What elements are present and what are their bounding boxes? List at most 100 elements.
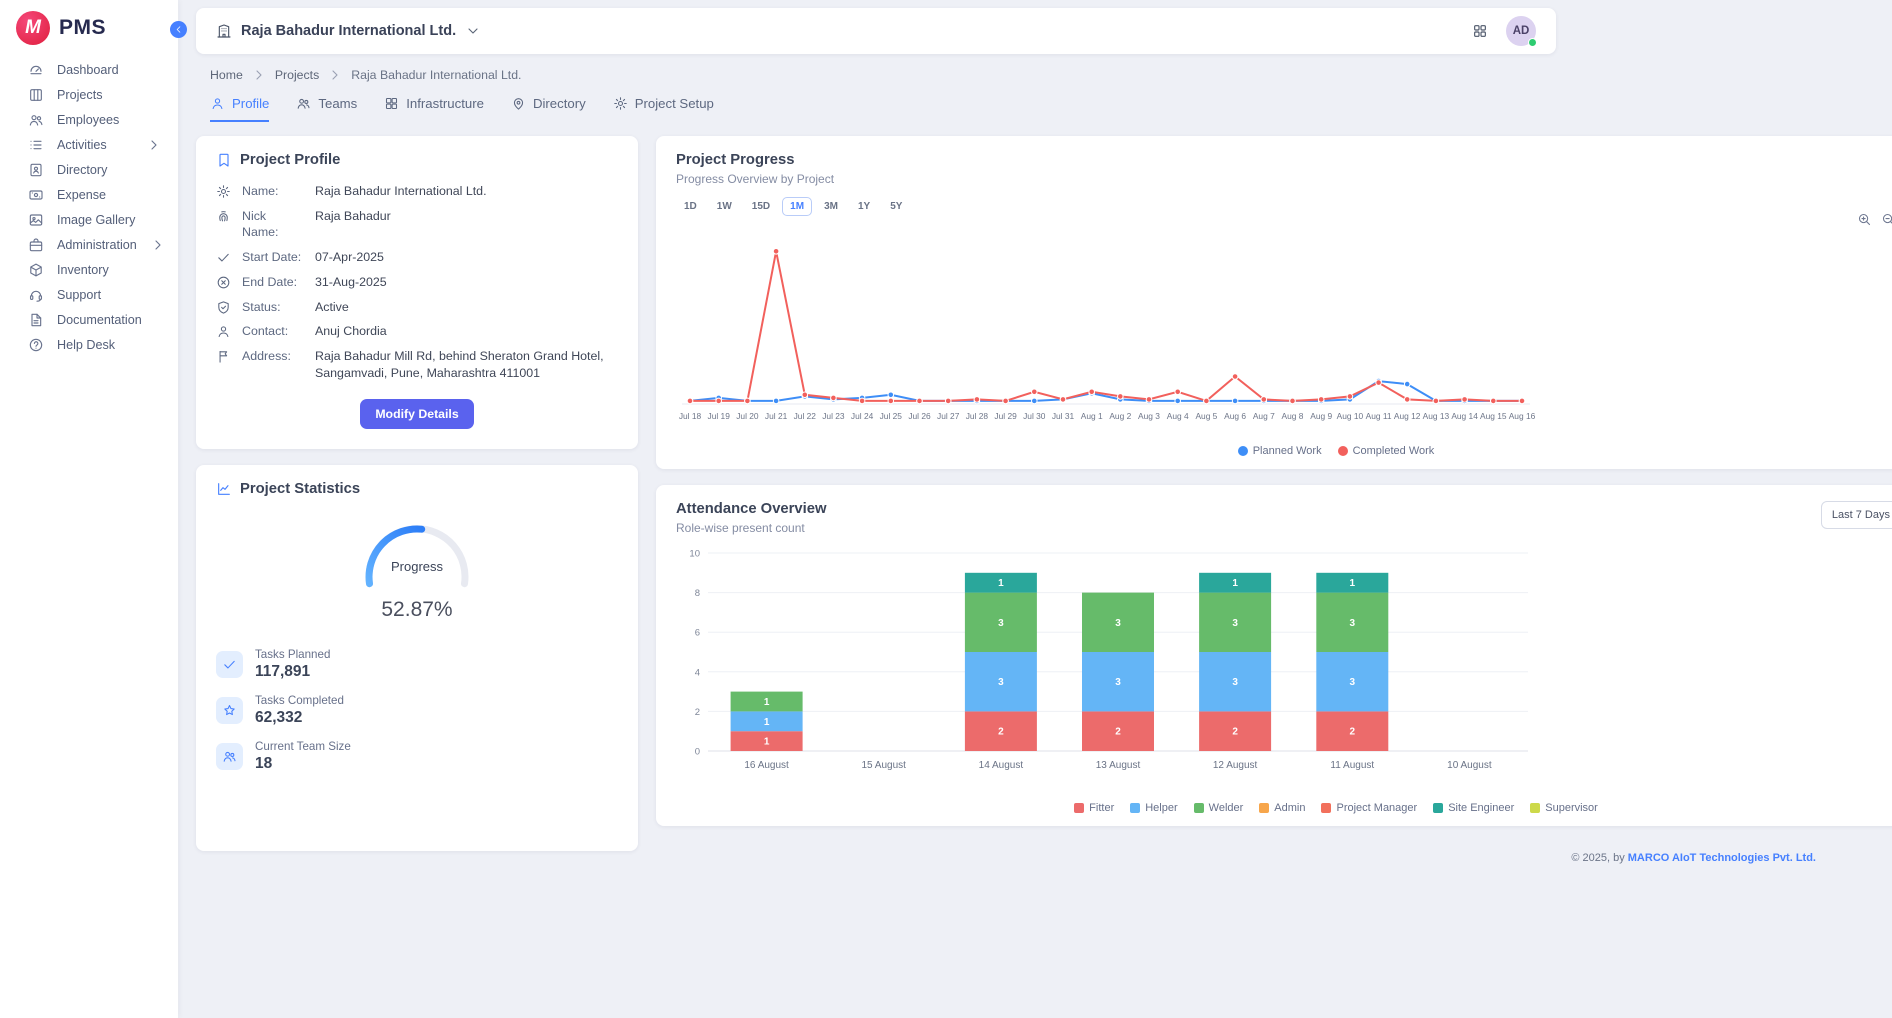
time-range-selector: 1D1W15D1M3M1Y5Y [676, 197, 1892, 216]
tab-project-setup[interactable]: Project Setup [613, 96, 714, 122]
legend-label: Helper [1145, 802, 1177, 814]
stat-tasks-completed: Tasks Completed62,332 [216, 694, 618, 727]
attendance-overview-card: Attendance Overview Role-wise present co… [656, 485, 1892, 826]
range-5y[interactable]: 5Y [882, 197, 910, 216]
topbar: Raja Bahadur International Ltd. AD [196, 8, 1556, 54]
legend-helper[interactable]: Helper [1130, 802, 1177, 814]
tab-profile[interactable]: Profile [210, 96, 269, 122]
legend-label: Planned Work [1253, 445, 1322, 457]
svg-text:1: 1 [1232, 578, 1238, 589]
sidebar-item-employees[interactable]: Employees [0, 107, 178, 132]
svg-text:2: 2 [1232, 727, 1238, 738]
svg-text:Aug 6: Aug 6 [1224, 411, 1246, 421]
chart-line-icon [216, 481, 232, 497]
range-1w[interactable]: 1W [709, 197, 740, 216]
range-3m[interactable]: 3M [816, 197, 846, 216]
svg-text:1: 1 [764, 717, 770, 728]
sidebar-collapse-button[interactable] [170, 21, 187, 38]
legend-project-manager[interactable]: Project Manager [1321, 802, 1417, 814]
tab-infrastructure[interactable]: Infrastructure [384, 96, 484, 122]
attendance-chart[interactable]: 024681011116 August15 August233114 Augus… [676, 543, 1892, 798]
directory-icon [28, 162, 44, 178]
chevron-down-icon [465, 23, 481, 39]
star-icon [222, 703, 237, 718]
sidebar-item-label: Expense [57, 188, 106, 202]
sidebar-item-help-desk[interactable]: Help Desk [0, 332, 178, 357]
svg-text:Aug 15: Aug 15 [1480, 411, 1507, 421]
svg-text:Jul 28: Jul 28 [966, 411, 989, 421]
svg-text:Aug 1: Aug 1 [1081, 411, 1103, 421]
sidebar-item-image-gallery[interactable]: Image Gallery [0, 207, 178, 232]
legend-supervisor[interactable]: Supervisor [1530, 802, 1598, 814]
tab-directory[interactable]: Directory [511, 96, 586, 122]
range-1d[interactable]: 1D [676, 197, 705, 216]
sidebar-item-dashboard[interactable]: Dashboard [0, 57, 178, 82]
svg-text:Aug 5: Aug 5 [1195, 411, 1217, 421]
main-content: Raja Bahadur International Ltd. AD Home P… [178, 0, 1892, 1018]
breadcrumb-item-projects[interactable]: Projects [275, 68, 319, 82]
legend-site-engineer[interactable]: Site Engineer [1433, 802, 1514, 814]
zoom-out-icon[interactable] [1881, 212, 1892, 227]
shield-icon [216, 300, 231, 315]
check-icon [216, 250, 231, 265]
sidebar-item-administration[interactable]: Administration [0, 232, 178, 257]
range-1m[interactable]: 1M [782, 197, 812, 216]
field-value: 31-Aug-2025 [315, 274, 618, 291]
sidebar-item-support[interactable]: Support [0, 282, 178, 307]
legend-welder[interactable]: Welder [1194, 802, 1244, 814]
field-label: Contact: [242, 323, 304, 340]
profile-field-name: Name:Raja Bahadur International Ltd. [216, 183, 618, 200]
svg-text:3: 3 [1350, 677, 1356, 688]
user-avatar[interactable]: AD [1506, 16, 1536, 46]
profile-field-status: Status:Active [216, 299, 618, 316]
footer-link[interactable]: MARCO AIoT Technologies Pvt. Ltd. [1628, 852, 1816, 864]
range-1y[interactable]: 1Y [850, 197, 878, 216]
sidebar-item-label: Image Gallery [57, 213, 135, 227]
legend-fitter[interactable]: Fitter [1074, 802, 1114, 814]
sidebar-item-documentation[interactable]: Documentation [0, 307, 178, 332]
breadcrumb-item-home[interactable]: Home [210, 68, 243, 82]
svg-text:11 August: 11 August [1330, 760, 1374, 771]
footer: © 2025, by MARCO AIoT Technologies Pvt. … [656, 852, 1892, 864]
x-circle-icon [216, 275, 231, 290]
project-progress-chart[interactable]: Jul 18Jul 19Jul 20Jul 21Jul 22Jul 23Jul … [676, 224, 1892, 441]
range-15d[interactable]: 15D [744, 197, 778, 216]
chevron-left-icon [173, 24, 184, 35]
stat-label: Tasks Planned [255, 648, 330, 661]
sidebar-item-projects[interactable]: Projects [0, 82, 178, 107]
modify-details-button[interactable]: Modify Details [360, 399, 473, 429]
sidebar-item-label: Employees [57, 113, 119, 127]
legend-label: Completed Work [1353, 445, 1435, 457]
stat-icon-box [216, 697, 243, 724]
app-logo[interactable]: M PMS [0, 0, 178, 57]
field-label: Nick Name: [242, 208, 304, 241]
breadcrumb: HomeProjectsRaja Bahadur International L… [196, 54, 1556, 92]
check-icon [222, 657, 237, 672]
svg-text:Aug 12: Aug 12 [1394, 411, 1421, 421]
zoom-in-icon[interactable] [1857, 212, 1872, 227]
attendance-chart-legend: Fitter Helper Welder Admin Project Manager Si… [676, 802, 1892, 814]
svg-text:Jul 25: Jul 25 [880, 411, 903, 421]
svg-text:6: 6 [695, 628, 700, 639]
svg-text:Jul 24: Jul 24 [851, 411, 874, 421]
legend-admin[interactable]: Admin [1259, 802, 1305, 814]
apps-grid-icon[interactable] [1472, 23, 1488, 39]
svg-text:Aug 11: Aug 11 [1366, 411, 1392, 421]
legend-planned-work[interactable]: Planned Work [1238, 445, 1322, 457]
stat-value: 62,332 [255, 709, 344, 727]
stat-current-team-size: Current Team Size18 [216, 740, 618, 773]
sidebar-item-activities[interactable]: Activities [0, 132, 178, 157]
company-selector[interactable]: Raja Bahadur International Ltd. [216, 23, 481, 39]
inventory-icon [28, 262, 44, 278]
legend-completed-work[interactable]: Completed Work [1338, 445, 1435, 457]
legend-marker [1530, 803, 1540, 813]
svg-text:Jul 19: Jul 19 [708, 411, 731, 421]
date-range-select[interactable]: Last 7 Days [1821, 501, 1892, 529]
tab-teams[interactable]: Teams [296, 96, 357, 122]
attendance-card-subtitle: Role-wise present count [676, 521, 827, 535]
sidebar-item-directory[interactable]: Directory [0, 157, 178, 182]
svg-text:Aug 10: Aug 10 [1337, 411, 1364, 421]
sidebar-item-expense[interactable]: Expense [0, 182, 178, 207]
gauge-arc [352, 513, 482, 591]
sidebar-item-inventory[interactable]: Inventory [0, 257, 178, 282]
